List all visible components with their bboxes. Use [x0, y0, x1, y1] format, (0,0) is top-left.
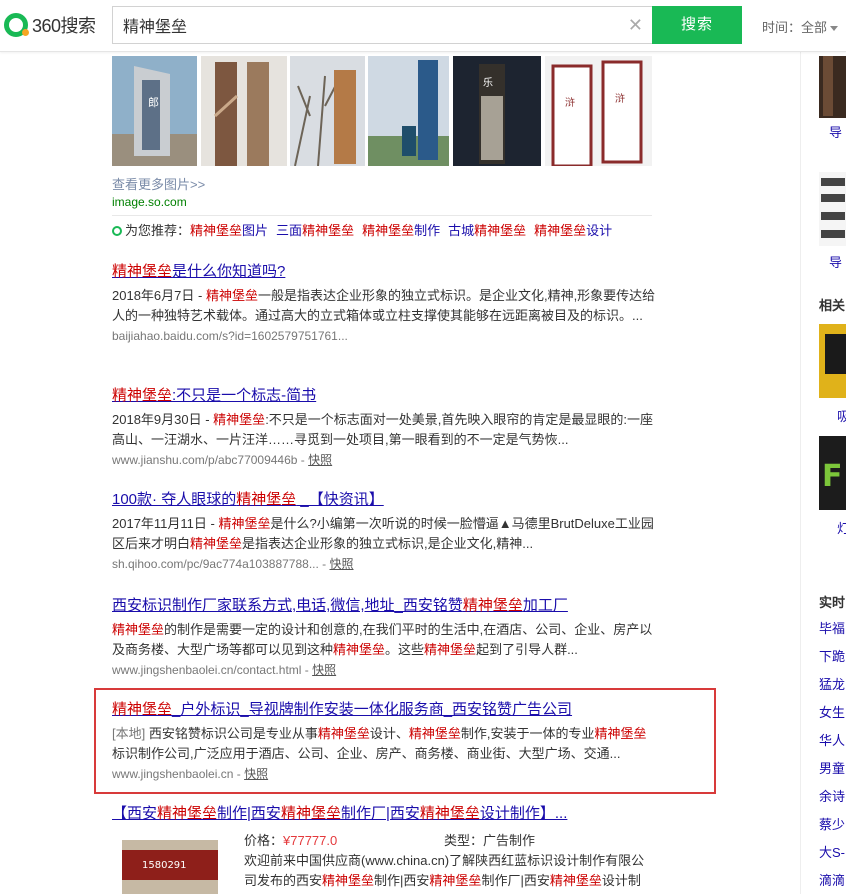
image-thumbnail[interactable]	[290, 56, 365, 166]
recommend-icon	[112, 226, 122, 236]
hot-list-item[interactable]: 华人	[819, 730, 845, 749]
svg-text:郎: 郎	[148, 95, 159, 109]
sidebar-link[interactable]: 吸	[837, 406, 846, 425]
result-url-line: www.jianshu.com/p/abc77009446b - 快照	[112, 453, 333, 467]
svg-text:乐: 乐	[483, 77, 493, 89]
header: 360搜索 ✕ 搜索 时间：全部	[0, 0, 846, 52]
hot-list-item[interactable]: 毕福	[819, 618, 845, 637]
result-title[interactable]: 精神堡垒_户外标识_导视牌制作安装一体化服务商_西安铭赞广告公司	[112, 700, 657, 720]
hot-list-item[interactable]: 大S-	[819, 842, 845, 861]
divider	[112, 215, 652, 216]
more-images-link[interactable]: 查看更多图片>>	[112, 174, 205, 193]
search-result: 精神堡垒:不只是一个标志-简书 2018年9月30日 - 精神堡垒:不只是一个标…	[112, 386, 657, 469]
image-thumbnail[interactable]: 郎	[112, 56, 197, 166]
result-url-line: sh.qihoo.com/pc/9ac774a103887788... - 快照	[112, 557, 354, 571]
product-desc-line: 欢迎前来中国供应商(www.china.cn)了解陕西红蓝标识设计制作有限公	[244, 853, 645, 868]
sidebar-image[interactable]	[819, 56, 846, 118]
result-title[interactable]: 精神堡垒是什么你知道吗?	[112, 262, 657, 282]
result-title[interactable]: 精神堡垒:不只是一个标志-简书	[112, 386, 657, 406]
search-input[interactable]	[113, 7, 613, 43]
price-value: ¥77777.0	[283, 833, 338, 848]
sidebar-image[interactable]	[819, 324, 846, 398]
recommend-bar: 为您推荐：精神堡垒图片 三面精神堡垒 精神堡垒制作 古城精神堡垒 精神堡垒设计	[112, 220, 620, 239]
image-thumbnail[interactable]	[201, 56, 287, 166]
sidebar-image[interactable]	[819, 172, 846, 246]
result-url: www.jingshenbaolei.cn	[112, 767, 234, 781]
svg-text:1580291: 1580291	[142, 860, 187, 871]
svg-text:F: F	[822, 459, 843, 494]
local-tag: [本地]	[112, 726, 146, 741]
time-filter-label: 时间：	[762, 20, 802, 35]
result-desc: 2018年9月30日 - 精神堡垒:不只是一个标志面对一处美景,首先映入眼帘的肯…	[112, 412, 654, 447]
image-thumbnail[interactable]: 乐	[453, 56, 541, 166]
recommend-link[interactable]: 精神堡垒设计	[534, 223, 612, 238]
type-value: 广告制作	[483, 833, 536, 848]
result-desc-text: 西安铭赞标识公司是专业从事精神堡垒设计、精神堡垒制作,安装于一体的专业精神堡垒标…	[112, 726, 647, 761]
hot-list-item[interactable]: 女生	[819, 702, 845, 721]
hot-list-item[interactable]: 蔡少	[819, 814, 845, 833]
result-url: www.jianshu.com/p/abc77009446b	[112, 453, 298, 467]
result-title[interactable]: 西安标识制作厂家联系方式,电话,微信,地址_西安铭赞精神堡垒加工厂	[112, 596, 657, 616]
svg-text:浒: 浒	[565, 96, 575, 109]
product-image[interactable]: 1580291	[122, 840, 218, 894]
sidebar-link[interactable]: 灯	[837, 518, 846, 537]
snapshot-link[interactable]: 快照	[330, 557, 354, 571]
sidebar-link[interactable]: 导	[829, 122, 842, 141]
hot-list-item[interactable]: 余诗	[819, 786, 845, 805]
image-thumbnail[interactable]: 浒浒	[545, 56, 652, 166]
snapshot-link[interactable]: 快照	[244, 767, 268, 781]
result-title[interactable]: 100款· 夺人眼球的精神堡垒 _【快资讯】	[112, 490, 657, 510]
result-desc: 2018年6月7日 - 精神堡垒一般是指表达企业形象的独立式标识。是企业文化,精…	[112, 288, 656, 323]
hot-list-item[interactable]: 猛龙	[819, 674, 845, 693]
hot-list-item[interactable]: 男童	[819, 758, 845, 777]
recommend-link[interactable]: 三面精神堡垒	[276, 223, 354, 238]
sidebar-link[interactable]: 导	[829, 252, 842, 271]
recommend-link[interactable]: 古城精神堡垒	[448, 223, 526, 238]
product-type: 类型：广告制作	[444, 830, 535, 849]
sidebar-section-title: 相关	[819, 298, 846, 313]
result-url: baijiahao.baidu.com/s?id=1602579751761..…	[112, 329, 348, 343]
time-filter-dropdown[interactable]: 时间：全部	[762, 17, 839, 36]
result-url: www.jingshenbaolei.cn/contact.html	[112, 663, 302, 677]
search-result: 100款· 夺人眼球的精神堡垒 _【快资讯】 2017年11月11日 - 精神堡…	[112, 490, 657, 573]
product-result: 【西安精神堡垒制作|西安精神堡垒制作厂|西安精神堡垒设计制作】...	[112, 804, 657, 824]
recommend-label: 为您推荐：	[125, 223, 191, 238]
search-result: 精神堡垒_户外标识_导视牌制作安装一体化服务商_西安铭赞广告公司 [本地] 西安…	[112, 700, 657, 783]
image-source-url: image.so.com	[112, 195, 187, 209]
product-desc-line: 司发布的西安精神堡垒制作|西安精神堡垒制作厂|西安精神堡垒设计制	[244, 873, 641, 888]
close-icon[interactable]: ✕	[628, 15, 643, 35]
search-result: 精神堡垒是什么你知道吗? 2018年6月7日 - 精神堡垒一般是指表达企业形象的…	[112, 262, 657, 345]
type-label: 类型：	[444, 833, 484, 848]
logo-icon	[4, 13, 29, 37]
svg-text:浒: 浒	[615, 92, 625, 105]
sidebar-section-title: 实时	[819, 595, 846, 610]
result-desc: [本地] 西安铭赞标识公司是专业从事精神堡垒设计、精神堡垒制作,安装于一体的专业…	[112, 724, 657, 764]
product-price: 价格：¥77777.0	[244, 830, 337, 849]
recommend-link[interactable]: 精神堡垒制作	[362, 223, 440, 238]
image-thumbnail[interactable]	[368, 56, 449, 166]
snapshot-link[interactable]: 快照	[312, 663, 336, 677]
image-strip: 郎 乐 浒浒	[112, 56, 652, 166]
price-label: 价格：	[244, 833, 284, 848]
hot-list-item[interactable]: 滴滴	[819, 870, 845, 889]
result-desc: 2017年11月11日 - 精神堡垒是什么?小编第一次听说的时候一脸懵逼▲马德里…	[112, 516, 654, 551]
result-url-line: www.jingshenbaolei.cn - 快照	[112, 767, 269, 781]
search-result: 西安标识制作厂家联系方式,电话,微信,地址_西安铭赞精神堡垒加工厂 精神堡垒的制…	[112, 596, 657, 679]
recommend-link[interactable]: 精神堡垒图片	[190, 223, 268, 238]
search-box: ✕	[112, 6, 653, 44]
search-button[interactable]: 搜索	[652, 6, 742, 44]
sidebar-image[interactable]: F	[819, 436, 846, 510]
snapshot-link[interactable]: 快照	[308, 453, 332, 467]
time-filter-value: 全部	[801, 20, 828, 35]
product-title[interactable]: 【西安精神堡垒制作|西安精神堡垒制作厂|西安精神堡垒设计制作】...	[112, 804, 657, 824]
sidebar: 导 导 相关 吸 F 灯 实时 毕福 下跪 猛龙 女生 华人 男童 余诗 蔡少 …	[800, 52, 846, 894]
hot-list-item[interactable]: 下跪	[819, 646, 845, 665]
result-url: sh.qihoo.com/pc/9ac774a103887788...	[112, 557, 319, 571]
chevron-down-icon	[830, 26, 839, 32]
logo[interactable]: 360搜索	[4, 12, 96, 38]
logo-text: 360搜索	[32, 16, 96, 36]
result-url-line: www.jingshenbaolei.cn/contact.html - 快照	[112, 663, 337, 677]
result-desc: 精神堡垒的制作是需要一定的设计和创意的,在我们平时的生活中,在酒店、公司、企业、…	[112, 622, 653, 657]
